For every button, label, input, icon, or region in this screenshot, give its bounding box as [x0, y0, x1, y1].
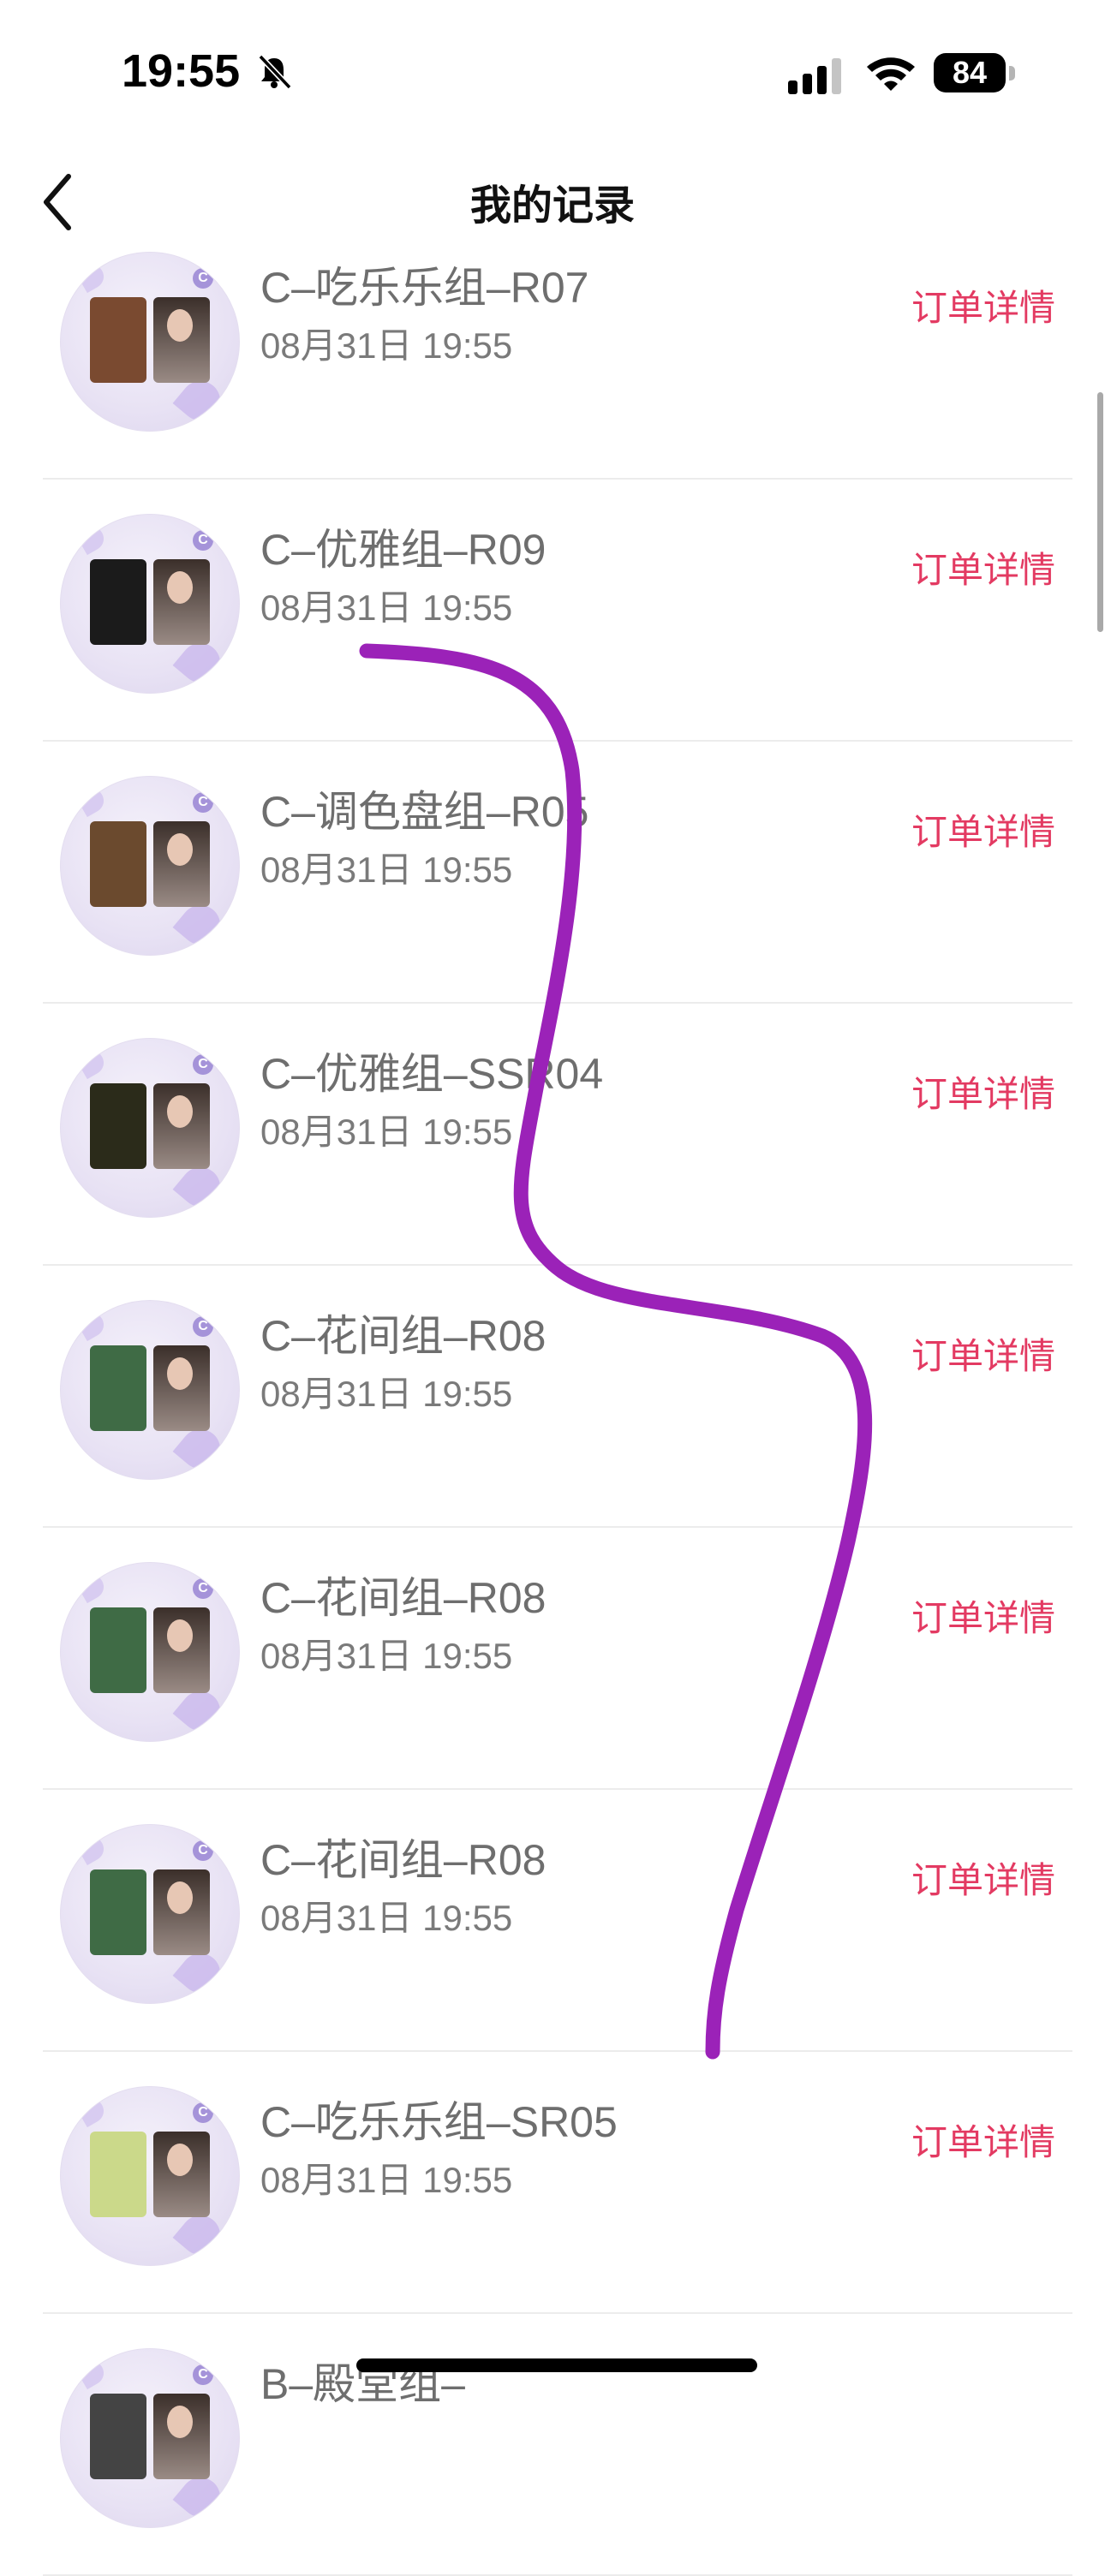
order-detail-link[interactable]: 订单详情: [911, 803, 1055, 856]
record-name: C–花间组–R08: [260, 1836, 547, 1884]
card-image: [90, 1345, 146, 1431]
rarity-badge-icon: C: [193, 1316, 213, 1337]
record-time: 08月31日 19:55: [260, 2160, 513, 2200]
record-name: C–吃乐乐组–R07: [260, 264, 589, 312]
rarity-badge-icon: C: [193, 2102, 213, 2123]
order-detail-link[interactable]: 订单详情: [911, 1065, 1055, 1118]
status-bar: 19:55 84: [0, 0, 1105, 128]
battery-icon: 84: [934, 53, 1016, 92]
portrait-face: [167, 1881, 193, 1914]
portrait-face: [167, 309, 193, 342]
rarity-badge-icon: C: [193, 2364, 213, 2385]
record-row[interactable]: C C–吃乐乐组–SR05 08月31日 19:55 订单详情: [43, 2052, 1072, 2314]
card-image: [90, 2394, 146, 2479]
portrait-face: [167, 2144, 193, 2176]
record-thumbnail: C: [60, 1300, 240, 1480]
record-name: C–吃乐乐组–SR05: [260, 2098, 618, 2146]
record-thumbnail: C: [60, 252, 240, 432]
portrait-face: [167, 571, 193, 604]
order-detail-link[interactable]: 订单详情: [911, 1852, 1055, 1904]
record-row[interactable]: C C–花间组–R08 08月31日 19:55 订单详情: [43, 1790, 1072, 2052]
record-thumbnail: C: [60, 1562, 240, 1742]
petal-decoration: [75, 2356, 109, 2390]
petal-decoration: [75, 522, 109, 556]
record-time: 08月31日 19:55: [260, 1374, 513, 1414]
record-row[interactable]: C C–花间组–R08 08月31日 19:55 订单详情: [43, 1266, 1072, 1528]
cellular-signal-icon: [788, 58, 841, 94]
home-indicator[interactable]: [356, 2358, 757, 2372]
record-time: 08月31日 19:55: [260, 1898, 513, 1938]
record-thumbnail: C: [60, 514, 240, 694]
record-row[interactable]: C C–优雅组–SSR04 08月31日 19:55 订单详情: [43, 1004, 1072, 1266]
card-image: [90, 1607, 146, 1693]
petal-decoration: [75, 1832, 109, 1866]
battery-level: 84: [934, 53, 1006, 92]
rarity-badge-icon: C: [193, 1054, 213, 1075]
rarity-badge-icon: C: [193, 530, 213, 551]
record-thumbnail: C: [60, 1824, 240, 2004]
card-image: [90, 2132, 146, 2217]
card-image: [90, 559, 146, 645]
record-row[interactable]: C C–优雅组–R09 08月31日 19:55 订单详情: [43, 480, 1072, 742]
rarity-badge-icon: C: [193, 268, 213, 289]
rarity-badge-icon: C: [193, 1840, 213, 1861]
card-image: [90, 1869, 146, 1955]
record-name: C–调色盘组–R05: [260, 788, 589, 836]
portrait-face: [167, 833, 193, 866]
petal-decoration: [75, 259, 109, 294]
order-detail-link[interactable]: 订单详情: [911, 1327, 1055, 1380]
portrait-face: [167, 1619, 193, 1652]
record-time: 08月31日 19:55: [260, 587, 513, 628]
record-row[interactable]: C C–花间组–R08 08月31日 19:55 订单详情: [43, 1528, 1072, 1790]
record-name: C–花间组–R08: [260, 1574, 547, 1622]
bell-slash-icon: [258, 54, 292, 90]
record-row[interactable]: C B–殿堂组–: [43, 2314, 1072, 2576]
order-detail-link[interactable]: 订单详情: [911, 1589, 1055, 1642]
record-thumbnail: C: [60, 2348, 240, 2528]
card-image: [90, 297, 146, 383]
record-time: 08月31日 19:55: [260, 850, 513, 890]
card-image: [90, 821, 146, 907]
petal-decoration: [75, 784, 109, 818]
petal-decoration: [75, 2094, 109, 2128]
scroll-indicator[interactable]: [1097, 392, 1103, 632]
record-time: 08月31日 19:55: [260, 325, 513, 366]
wifi-icon: [867, 57, 915, 91]
record-name: C–优雅组–R09: [260, 526, 547, 574]
order-detail-link[interactable]: 订单详情: [911, 2114, 1055, 2166]
order-detail-link[interactable]: 订单详情: [911, 279, 1055, 331]
record-thumbnail: C: [60, 776, 240, 956]
record-row[interactable]: C C–调色盘组–R05 08月31日 19:55 订单详情: [43, 742, 1072, 1004]
battery-cap: [1009, 66, 1015, 80]
rarity-badge-icon: C: [193, 1578, 213, 1599]
record-name: C–花间组–R08: [260, 1312, 547, 1360]
portrait-face: [167, 1357, 193, 1390]
status-time: 19:55: [122, 45, 241, 97]
order-detail-link[interactable]: 订单详情: [911, 541, 1055, 593]
petal-decoration: [75, 1308, 109, 1342]
petal-decoration: [75, 1570, 109, 1604]
record-thumbnail: C: [60, 1038, 240, 1218]
record-time: 08月31日 19:55: [260, 1636, 513, 1676]
petal-decoration: [75, 1046, 109, 1080]
record-row[interactable]: C C–吃乐乐组–R07 08月31日 19:55 订单详情: [43, 218, 1072, 480]
portrait-face: [167, 2406, 193, 2438]
portrait-face: [167, 1095, 193, 1128]
record-time: 08月31日 19:55: [260, 1112, 513, 1152]
record-thumbnail: C: [60, 2086, 240, 2266]
card-image: [90, 1083, 146, 1169]
record-name: C–优雅组–SSR04: [260, 1050, 604, 1098]
rarity-badge-icon: C: [193, 792, 213, 813]
